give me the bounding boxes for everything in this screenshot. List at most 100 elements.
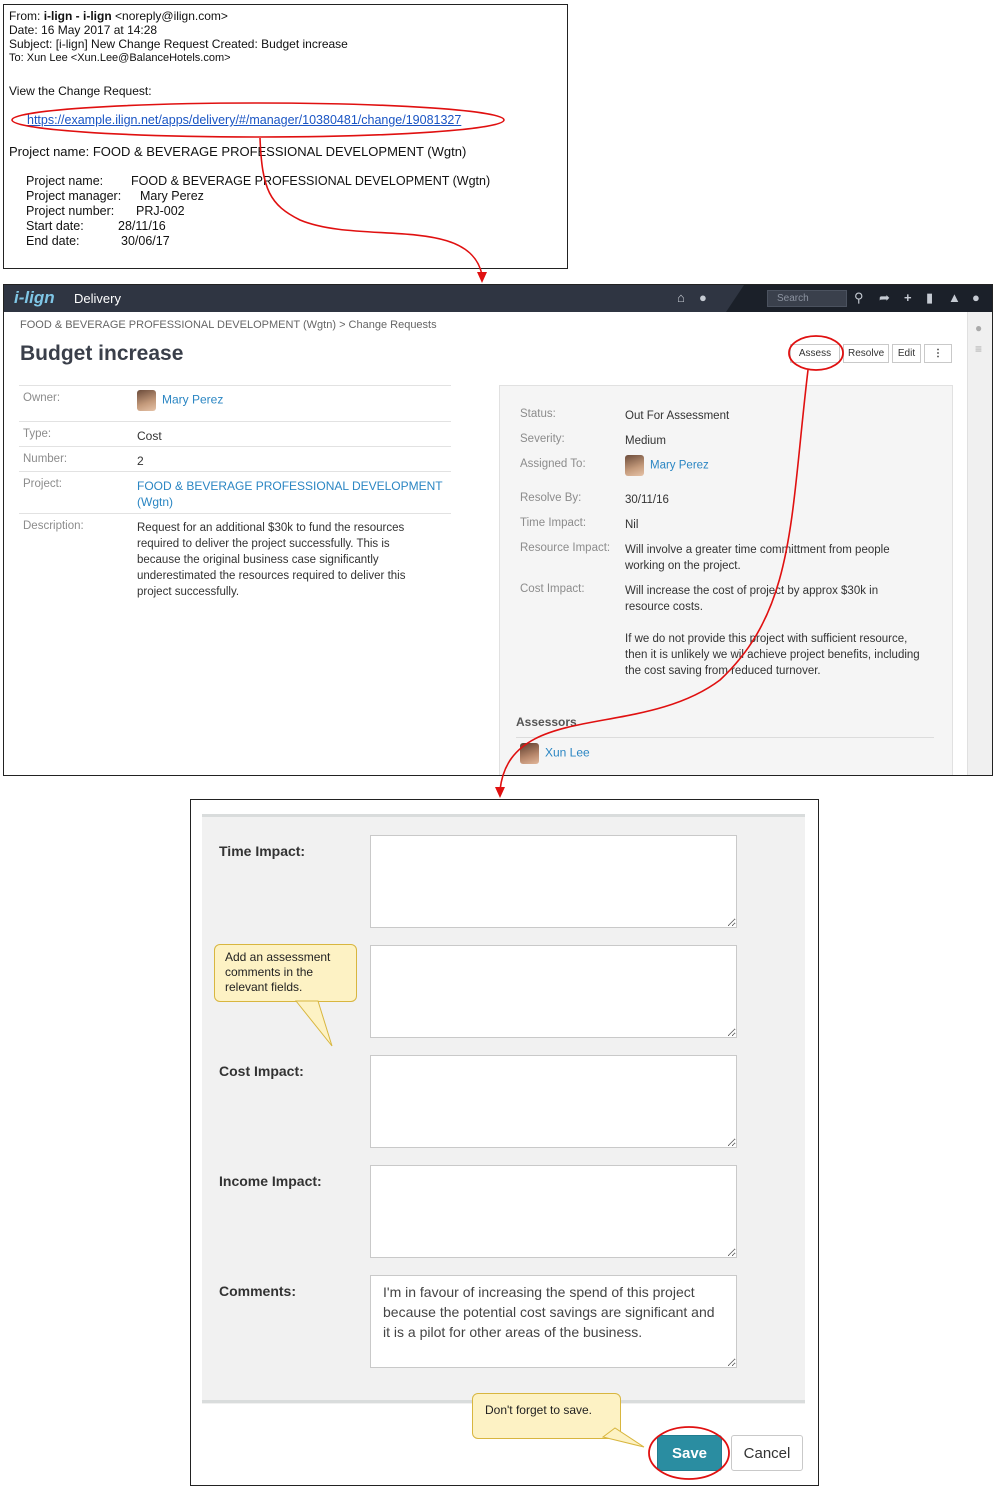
- resource-impact-value: Will involve a greater time committment …: [625, 544, 890, 572]
- save-callout: Don't forget to save.: [472, 1393, 621, 1439]
- detail-value: Mary Perez: [140, 189, 204, 203]
- more-actions-button[interactable]: ⋮: [924, 344, 952, 363]
- time-impact-field[interactable]: [370, 835, 737, 928]
- avatar: [520, 743, 539, 764]
- email-header: From: i-lign - i-lign <noreply@ilign.com…: [9, 9, 348, 65]
- description-value: Request for an additional $30k to fund t…: [137, 522, 406, 598]
- time-impact-label: Time Impact:: [520, 517, 587, 529]
- detail-key: End date:: [26, 234, 80, 248]
- detail-key: Project number:: [26, 204, 115, 218]
- cancel-button[interactable]: Cancel: [731, 1435, 803, 1471]
- detail-row: Start date: 28/11/16: [26, 219, 490, 234]
- detail-key: Project name:: [26, 174, 104, 188]
- project-label: Project:: [23, 478, 62, 490]
- module-title[interactable]: Delivery: [74, 291, 121, 306]
- top-navbar: i-lign Delivery ⌂ ● Search ⚲ ➦ + ▮ ▲ ●: [4, 285, 992, 312]
- right-sidebar: ● ≡: [967, 312, 992, 775]
- list-icon[interactable]: ≡: [975, 342, 982, 356]
- owner-label: Owner:: [23, 392, 61, 404]
- detail-row-number: Number: 2: [19, 446, 451, 471]
- comment-icon[interactable]: ●: [975, 321, 982, 335]
- share-icon[interactable]: ➦: [879, 290, 890, 306]
- owner-name[interactable]: Mary Perez: [162, 393, 223, 407]
- breadcrumb[interactable]: FOOD & BEVERAGE PROFESSIONAL DEVELOPMENT…: [20, 319, 437, 331]
- edit-button[interactable]: Edit: [892, 344, 921, 363]
- resolve-button[interactable]: Resolve: [843, 344, 889, 363]
- change-request-link[interactable]: https://example.ilign.net/apps/delivery/…: [27, 113, 461, 127]
- assessment-form: Time Impact: Cost Impact: Income Impact:…: [190, 799, 819, 1486]
- email-project-details: Project name: FOOD & BEVERAGE PROFESSIONA…: [26, 174, 490, 249]
- search-input[interactable]: Search: [767, 290, 847, 307]
- email-project-line: Project name: FOOD & BEVERAGE PROFESSION…: [9, 144, 467, 159]
- type-label: Type:: [23, 428, 52, 440]
- type-value: Cost: [137, 429, 162, 443]
- detail-row-owner: Owner: Mary Perez: [19, 385, 451, 421]
- time-impact-label: Time Impact:: [219, 843, 306, 859]
- resource-impact-field[interactable]: [370, 945, 737, 1038]
- view-change-request-text: View the Change Request:: [9, 84, 152, 98]
- app-window: i-lign Delivery ⌂ ● Search ⚲ ➦ + ▮ ▲ ● F…: [3, 284, 993, 776]
- avatar: [137, 390, 156, 411]
- detail-row-description: Description: Request for an additional $…: [19, 513, 451, 603]
- detail-row: Project number: PRJ-002: [26, 204, 490, 219]
- detail-row: End date: 30/06/17: [26, 234, 490, 249]
- assessment-callout: Add an assessment comments in the releva…: [214, 944, 357, 1002]
- assigned-label: Assigned To:: [520, 458, 586, 470]
- cost-impact-value-2: If we do not provide this project with s…: [625, 633, 920, 677]
- user-icon[interactable]: ●: [972, 290, 980, 306]
- resolve-by-value: 30/11/16: [625, 494, 669, 506]
- email-date: Date: 16 May 2017 at 14:28: [9, 23, 158, 37]
- income-impact-field[interactable]: [370, 1165, 737, 1258]
- bell-icon[interactable]: ▲: [948, 290, 961, 306]
- detail-row-type: Type: Cost: [19, 421, 451, 446]
- income-impact-label: Income Impact:: [219, 1173, 322, 1189]
- number-value: 2: [137, 454, 144, 468]
- resource-impact-label: Resource Impact:: [520, 542, 611, 554]
- add-icon[interactable]: +: [904, 290, 912, 306]
- save-button[interactable]: Save: [657, 1435, 722, 1471]
- detail-row: Project manager: Mary Perez: [26, 189, 490, 204]
- from-name: i-lign - i-lign: [43, 9, 112, 23]
- assigned-value[interactable]: Mary Perez: [625, 455, 925, 476]
- home-icon[interactable]: ⌂: [677, 290, 685, 306]
- bookmark-icon[interactable]: ▮: [926, 290, 933, 306]
- status-panel: Status: Out For Assessment Severity: Mediu…: [499, 385, 953, 775]
- globe-icon[interactable]: ●: [699, 290, 707, 306]
- detail-key: Start date:: [26, 219, 84, 233]
- comments-label: Comments:: [219, 1283, 297, 1299]
- arrow-head-1: [477, 272, 487, 283]
- detail-value: 28/11/16: [118, 219, 166, 233]
- ilign-logo[interactable]: i-lign: [14, 288, 55, 308]
- avatar: [625, 455, 644, 476]
- cost-impact-label: Cost Impact:: [520, 583, 585, 595]
- detail-value: PRJ-002: [136, 204, 185, 218]
- detail-key: Project manager:: [26, 189, 122, 203]
- project-link[interactable]: FOOD & BEVERAGE PROFESSIONAL DEVELOPMENT…: [137, 478, 449, 510]
- assessors-divider: [516, 737, 934, 738]
- from-label: From:: [9, 9, 41, 23]
- status-value: Out For Assessment: [625, 410, 730, 422]
- from-address: <noreply@ilign.com>: [115, 9, 228, 23]
- search-icon[interactable]: ⚲: [854, 290, 864, 306]
- assess-button[interactable]: Assess: [790, 344, 840, 363]
- assessors-heading: Assessors: [516, 715, 577, 729]
- arrow-head-2: [495, 787, 505, 798]
- cost-impact-label: Cost Impact:: [219, 1063, 304, 1079]
- description-label: Description:: [23, 520, 84, 532]
- detail-row: Project name: FOOD & BEVERAGE PROFESSIONA…: [26, 174, 490, 189]
- email-subject: Subject: [i-lign] New Change Request Cre…: [9, 37, 348, 51]
- cost-impact-field[interactable]: [370, 1055, 737, 1148]
- resolve-by-label: Resolve By:: [520, 492, 582, 504]
- assessor-name[interactable]: Xun Lee: [545, 746, 590, 760]
- time-impact-value: Nil: [625, 519, 639, 531]
- cost-impact-value: Will increase the cost of project by app…: [625, 585, 879, 613]
- severity-value: Medium: [625, 435, 666, 447]
- page-title: Budget increase: [20, 342, 184, 365]
- detail-row-project: Project: FOOD & BEVERAGE PROFESSIONAL DE…: [19, 471, 451, 513]
- assessor-row[interactable]: Xun Lee: [520, 743, 590, 764]
- comments-field[interactable]: I'm in favour of increasing the spend of…: [370, 1275, 737, 1368]
- owner-value[interactable]: Mary Perez: [137, 390, 223, 411]
- email-to: To: Xun Lee <Xun.Lee@BalanceHotels.com>: [9, 52, 231, 64]
- detail-value: 30/06/17: [121, 234, 170, 248]
- assigned-name[interactable]: Mary Perez: [650, 460, 709, 472]
